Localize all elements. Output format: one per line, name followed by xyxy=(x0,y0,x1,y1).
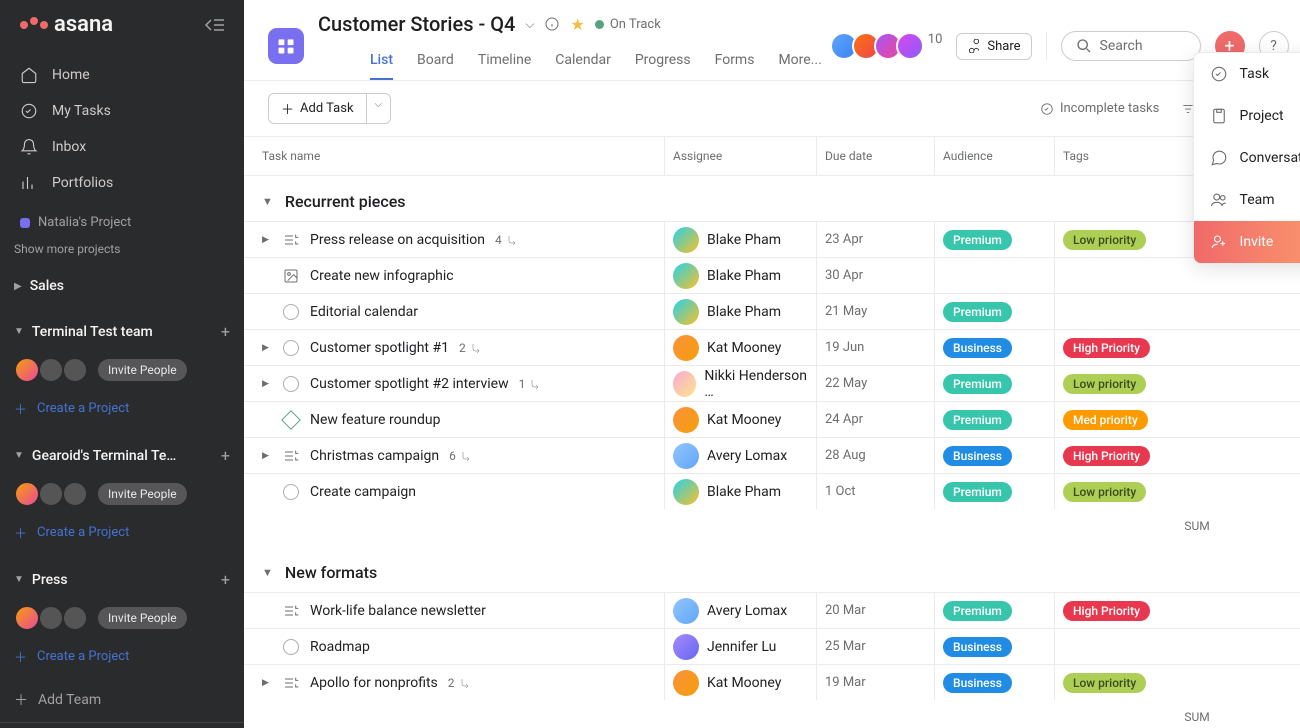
search-icon xyxy=(1076,38,1092,54)
tab-board[interactable]: Board xyxy=(417,44,454,80)
team-press[interactable]: ▼Press+ xyxy=(0,562,244,597)
portfolio-icon xyxy=(20,174,38,192)
home-icon xyxy=(20,66,38,84)
check-circle-icon[interactable] xyxy=(282,483,300,501)
tab-timeline[interactable]: Timeline xyxy=(478,44,531,80)
chat-icon xyxy=(1210,149,1228,167)
image-icon xyxy=(282,267,300,285)
section-newformats[interactable]: ▼New formats xyxy=(244,547,1300,592)
bell-icon xyxy=(20,138,38,156)
menu-item-project[interactable]: Project xyxy=(1194,95,1300,137)
subtask-icon xyxy=(282,447,300,465)
table-row[interactable]: ▶Christmas campaign6 Avery Lomax 28 Aug … xyxy=(244,437,1300,473)
show-more-projects[interactable]: Show more projects xyxy=(0,236,244,262)
tab-progress[interactable]: Progress xyxy=(635,44,691,80)
table-row[interactable]: Create new infographic Blake Pham 30 Apr xyxy=(244,257,1300,293)
info-icon[interactable] xyxy=(544,16,560,32)
sum-row: SUM3 xyxy=(244,509,1300,547)
table-row[interactable]: New feature roundup Kat Mooney 24 Apr Pr… xyxy=(244,401,1300,437)
tab-list[interactable]: List xyxy=(370,44,393,80)
subtask-icon xyxy=(282,674,300,692)
create-project-button[interactable]: ＋Create a Project xyxy=(0,639,244,674)
subtask-icon xyxy=(282,231,300,249)
menu-item-task[interactable]: Task xyxy=(1194,53,1300,95)
add-task-button[interactable]: ＋Add Task xyxy=(268,93,367,124)
team-terminal[interactable]: ▼Terminal Test team+ xyxy=(0,314,244,349)
sidebar: asana Home My Tasks Inbox Portfolios Nat… xyxy=(0,0,244,728)
sidebar-collapse-icon[interactable] xyxy=(204,18,224,32)
table-row[interactable]: Work-life balance newsletter Avery Lomax… xyxy=(244,592,1300,628)
clipboard-icon xyxy=(1210,107,1228,125)
invite-people-button[interactable]: Invite People xyxy=(98,607,187,629)
add-task-dropdown[interactable]: ⌵ xyxy=(367,93,392,124)
subtask-icon xyxy=(282,602,300,620)
plus-icon[interactable]: + xyxy=(221,322,230,341)
create-project-button[interactable]: ＋Create a Project xyxy=(0,515,244,550)
menu-item-conversation[interactable]: Conversation xyxy=(1194,137,1300,179)
nav-portfolios[interactable]: Portfolios xyxy=(0,165,244,201)
check-circle-icon xyxy=(20,102,38,120)
menu-item-invite[interactable]: Invite xyxy=(1194,221,1300,263)
project-title[interactable]: Customer Stories - Q4 xyxy=(318,12,515,36)
sum-row: SUM1 xyxy=(244,700,1300,728)
nav-mytasks[interactable]: My Tasks xyxy=(0,93,244,129)
table-row[interactable]: ▶Press release on acquisition4 Blake Pha… xyxy=(244,221,1300,257)
share-button[interactable]: Share xyxy=(956,33,1031,60)
chevron-down-icon[interactable]: ⌵ xyxy=(525,17,534,32)
table-row[interactable]: ▶Customer spotlight #12 Kat Mooney 19 Ju… xyxy=(244,329,1300,365)
tab-more[interactable]: More... xyxy=(778,44,821,80)
project-status[interactable]: On Track xyxy=(595,17,661,32)
table-row[interactable]: ▶Customer spotlight #2 interview1 Nikki … xyxy=(244,365,1300,401)
add-team-button[interactable]: ＋Add Team xyxy=(0,678,244,722)
quick-add-menu: Task Project Conversation Team Invite xyxy=(1193,52,1300,264)
incomplete-tasks-filter[interactable]: Incomplete tasks xyxy=(1040,101,1159,116)
check-circle-icon[interactable] xyxy=(282,375,300,393)
table-header: Task name Assignee Due date Audience Tag… xyxy=(244,137,1300,176)
check-circle-icon[interactable] xyxy=(282,303,300,321)
team-sales[interactable]: ▶Sales xyxy=(0,270,244,302)
project-icon xyxy=(268,28,304,64)
table-row[interactable]: Create campaign Blake Pham 1 Oct Premium… xyxy=(244,473,1300,509)
browse-other-teams[interactable]: Browse Other Teams xyxy=(0,722,244,728)
table-row[interactable]: Roadmap Jennifer Lu 25 Mar Business xyxy=(244,628,1300,664)
tab-calendar[interactable]: Calendar xyxy=(555,44,611,80)
main-content: Customer Stories - Q4 ⌵ ★ On Track List … xyxy=(244,0,1300,728)
search-input[interactable]: Search xyxy=(1061,31,1201,61)
create-project-button[interactable]: ＋Create a Project xyxy=(0,391,244,426)
tab-forms[interactable]: Forms xyxy=(715,44,755,80)
invite-people-button[interactable]: Invite People xyxy=(98,483,187,505)
section-recurrent[interactable]: ▼Recurrent pieces xyxy=(244,176,1300,221)
check-circle-icon[interactable] xyxy=(282,638,300,656)
nav-inbox[interactable]: Inbox xyxy=(0,129,244,165)
table-row[interactable]: Editorial calendar Blake Pham 21 May Pre… xyxy=(244,293,1300,329)
table-row[interactable]: ▶Apollo for nonprofits2 Kat Mooney 19 Ma… xyxy=(244,664,1300,700)
team-gearoid[interactable]: ▼Gearoid's Terminal Te…+ xyxy=(0,438,244,473)
project-stub[interactable]: Natalia's Project xyxy=(0,209,244,236)
invite-icon xyxy=(1210,233,1228,251)
check-circle-icon xyxy=(1210,65,1228,83)
plus-icon[interactable]: + xyxy=(221,570,230,589)
users-icon xyxy=(1210,191,1228,209)
logo[interactable]: asana xyxy=(20,12,113,37)
nav-home[interactable]: Home xyxy=(0,57,244,93)
milestone-icon[interactable] xyxy=(282,411,300,429)
check-circle-icon[interactable] xyxy=(282,339,300,357)
member-avatars[interactable]: 10 xyxy=(836,32,943,60)
invite-people-button[interactable]: Invite People xyxy=(98,359,187,381)
menu-item-team[interactable]: Team xyxy=(1194,179,1300,221)
star-icon[interactable]: ★ xyxy=(570,15,584,34)
plus-icon[interactable]: + xyxy=(221,446,230,465)
